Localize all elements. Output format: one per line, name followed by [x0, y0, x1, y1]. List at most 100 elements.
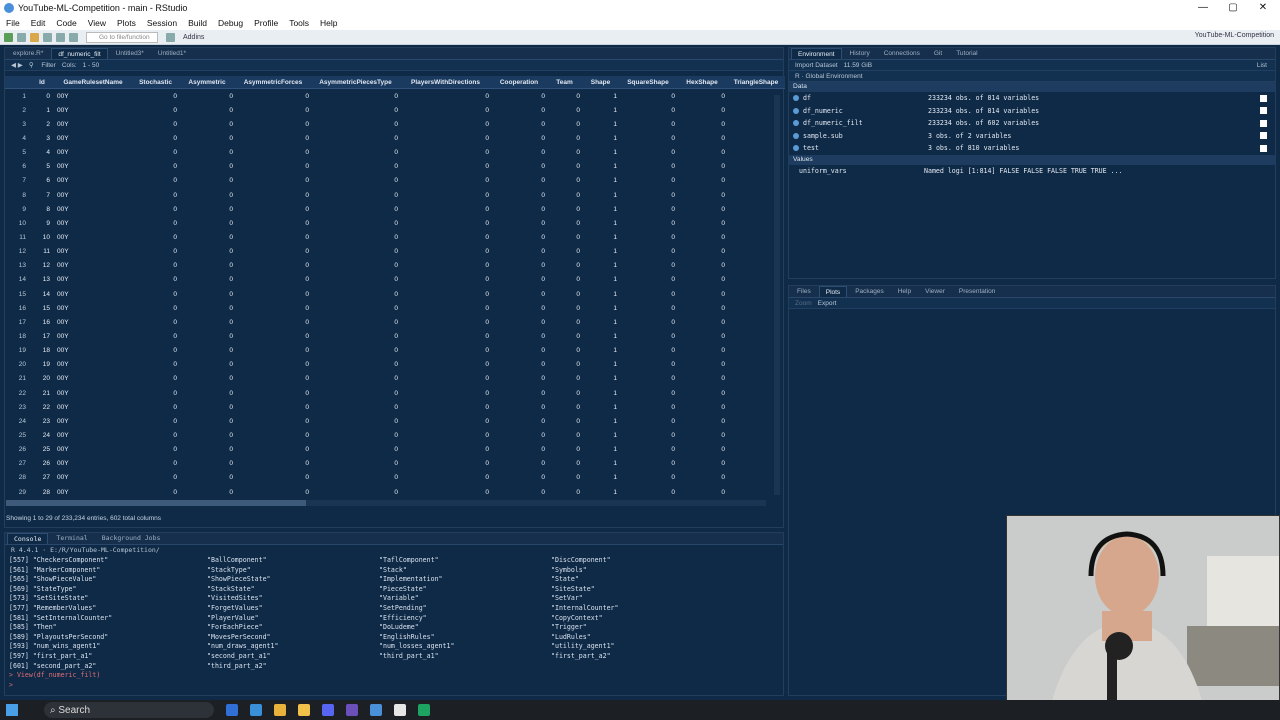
menu-plots[interactable]: Plots [117, 18, 136, 28]
env-data-row[interactable]: df_numeric 233234 obs. of 814 variables [789, 105, 1275, 118]
new-file-icon[interactable] [4, 32, 13, 42]
discord-icon[interactable] [322, 704, 334, 716]
windows-start-icon[interactable] [6, 704, 18, 716]
column-header-triangleshape[interactable]: TriangleShape [727, 79, 785, 86]
scroll-thumb[interactable] [6, 500, 306, 506]
column-header-asymmetric[interactable]: Asymmetric [179, 79, 235, 86]
menu-code[interactable]: Code [56, 18, 76, 28]
tab-explore[interactable]: explore.R* [7, 48, 49, 59]
menu-view[interactable]: View [88, 18, 106, 28]
table-row[interactable]: 8 7 00Y 0 0 0 0 0 0 0 1 0 0 [5, 188, 785, 202]
table-row[interactable]: 3 2 00Y 0 0 0 0 0 0 0 1 0 0 [5, 117, 785, 131]
close-button[interactable]: ✕ [1248, 0, 1278, 15]
tab-console[interactable]: Console [7, 533, 49, 544]
object-name[interactable]: sample.sub [803, 132, 928, 140]
column-header-asymmetricforces[interactable]: AsymmetricForces [235, 79, 311, 86]
table-row[interactable]: 29 28 00Y 0 0 0 0 0 0 0 1 0 0 [5, 485, 785, 499]
tab-connections[interactable]: Connections [878, 48, 926, 59]
table-row[interactable]: 9 8 00Y 0 0 0 0 0 0 0 1 0 0 [5, 202, 785, 216]
tab-help[interactable]: Help [892, 286, 917, 297]
table-row[interactable]: 15 14 00Y 0 0 0 0 0 0 0 1 0 0 [5, 287, 785, 301]
table-row[interactable]: 25 24 00Y 0 0 0 0 0 0 0 1 0 0 [5, 428, 785, 442]
view-table-icon[interactable] [1260, 107, 1267, 115]
cols-range[interactable]: 1 - 50 [83, 62, 100, 69]
column-header-asymmetricpiecestype[interactable]: AsymmetricPiecesType [311, 79, 400, 86]
env-data-row[interactable]: test 3 obs. of 810 variables [789, 142, 1275, 155]
tab-terminal[interactable]: Terminal [50, 533, 93, 544]
table-row[interactable]: 17 16 00Y 0 0 0 0 0 0 0 1 0 0 [5, 315, 785, 329]
expand-icon[interactable] [793, 107, 799, 114]
chrome-icon[interactable] [274, 704, 286, 716]
tab-plots[interactable]: Plots [818, 286, 848, 297]
table-row[interactable]: 19 18 00Y 0 0 0 0 0 0 0 1 0 0 [5, 344, 785, 358]
console-prompt[interactable]: > [5, 681, 783, 691]
table-row[interactable]: 26 25 00Y 0 0 0 0 0 0 0 1 0 0 [5, 443, 785, 457]
menu-build[interactable]: Build [188, 18, 207, 28]
tab-environment[interactable]: Environment [791, 48, 842, 59]
tab-background-jobs[interactable]: Background Jobs [96, 533, 167, 544]
column-header-squareshape[interactable]: SquareShape [619, 79, 677, 86]
env-data-row[interactable]: sample.sub 3 obs. of 2 variables [789, 130, 1275, 143]
minimize-button[interactable]: — [1188, 0, 1218, 15]
tab-git[interactable]: Git [928, 48, 948, 59]
menu-file[interactable]: File [6, 18, 20, 28]
view-table-icon[interactable] [1260, 132, 1267, 140]
import-dataset-button[interactable]: Import Dataset [795, 62, 838, 69]
table-row[interactable]: 16 15 00Y 0 0 0 0 0 0 0 1 0 0 [5, 301, 785, 315]
expand-icon[interactable] [793, 95, 799, 102]
addins-menu[interactable]: Addins [183, 34, 204, 41]
expand-icon[interactable] [793, 145, 799, 152]
tab-viewer[interactable]: Viewer [919, 286, 951, 297]
table-row[interactable]: 21 20 00Y 0 0 0 0 0 0 0 1 0 0 [5, 372, 785, 386]
table-row[interactable]: 24 23 00Y 0 0 0 0 0 0 0 1 0 0 [5, 414, 785, 428]
new-project-icon[interactable] [17, 32, 26, 42]
rstudio-taskbar-icon[interactable] [370, 704, 382, 716]
column-header-hexshape[interactable]: HexShape [677, 79, 727, 86]
table-row[interactable]: 10 9 00Y 0 0 0 0 0 0 0 1 0 0 [5, 216, 785, 230]
table-row[interactable]: 12 11 00Y 0 0 0 0 0 0 0 1 0 0 [5, 245, 785, 259]
back-icon[interactable]: ◀ ▶ [11, 61, 23, 69]
memory-usage[interactable]: 11.59 GiB [844, 62, 872, 69]
object-name[interactable]: df [803, 94, 928, 102]
save-icon[interactable] [43, 32, 52, 42]
table-row[interactable]: 13 12 00Y 0 0 0 0 0 0 0 1 0 0 [5, 259, 785, 273]
tab-tutorial[interactable]: Tutorial [950, 48, 983, 59]
menu-help[interactable]: Help [320, 18, 337, 28]
object-name[interactable]: df_numeric_filt [803, 119, 928, 127]
view-table-icon[interactable] [1260, 119, 1267, 127]
menu-profile[interactable]: Profile [254, 18, 278, 28]
tab-history[interactable]: History [844, 48, 876, 59]
file-explorer-icon[interactable] [298, 704, 310, 716]
table-row[interactable]: 11 10 00Y 0 0 0 0 0 0 0 1 0 0 [5, 230, 785, 244]
column-header-playerswithdirections[interactable]: PlayersWithDirections [400, 79, 491, 86]
expand-icon[interactable] [793, 132, 799, 139]
table-row[interactable]: 4 3 00Y 0 0 0 0 0 0 0 1 0 0 [5, 131, 785, 145]
project-menu[interactable]: YouTube-ML-Competition [1195, 32, 1274, 39]
menu-debug[interactable]: Debug [218, 18, 243, 28]
tab-files[interactable]: Files [791, 286, 817, 297]
table-row[interactable]: 18 17 00Y 0 0 0 0 0 0 0 1 0 0 [5, 329, 785, 343]
values-section-header[interactable]: Values [789, 154, 1275, 165]
column-header-cooperation[interactable]: Cooperation [491, 79, 547, 86]
table-row[interactable]: 7 6 00Y 0 0 0 0 0 0 0 1 0 0 [5, 174, 785, 188]
table-row[interactable]: 23 22 00Y 0 0 0 0 0 0 0 1 0 0 [5, 400, 785, 414]
table-row[interactable]: 22 21 00Y 0 0 0 0 0 0 0 1 0 0 [5, 386, 785, 400]
menu-session[interactable]: Session [147, 18, 177, 28]
browser-icon[interactable] [394, 704, 406, 716]
table-row[interactable]: 1 0 00Y 0 0 0 0 0 0 0 1 0 0 [5, 89, 785, 103]
global-environment-select[interactable]: R · Global Environment [795, 73, 863, 80]
expand-icon[interactable] [793, 120, 799, 127]
list-view-button[interactable]: List [1257, 62, 1267, 69]
taskbar-search[interactable]: ⌕ Search [44, 702, 214, 718]
vertical-scrollbar[interactable] [774, 95, 780, 495]
app2-icon[interactable] [418, 704, 430, 716]
column-header-id[interactable]: Id [30, 79, 54, 86]
tab-untitled3[interactable]: Untitled3* [110, 48, 150, 59]
env-value-row[interactable]: uniform_vars Named logi [1:814] FALSE FAL… [789, 165, 1275, 178]
data-section-header[interactable]: Data [789, 82, 1275, 92]
print-icon[interactable] [69, 32, 78, 42]
goto-file-input[interactable]: Go to file/function [86, 31, 158, 43]
env-data-row[interactable]: df 233234 obs. of 814 variables [789, 92, 1275, 105]
edge-icon[interactable] [226, 704, 238, 716]
app-icon[interactable] [250, 704, 262, 716]
